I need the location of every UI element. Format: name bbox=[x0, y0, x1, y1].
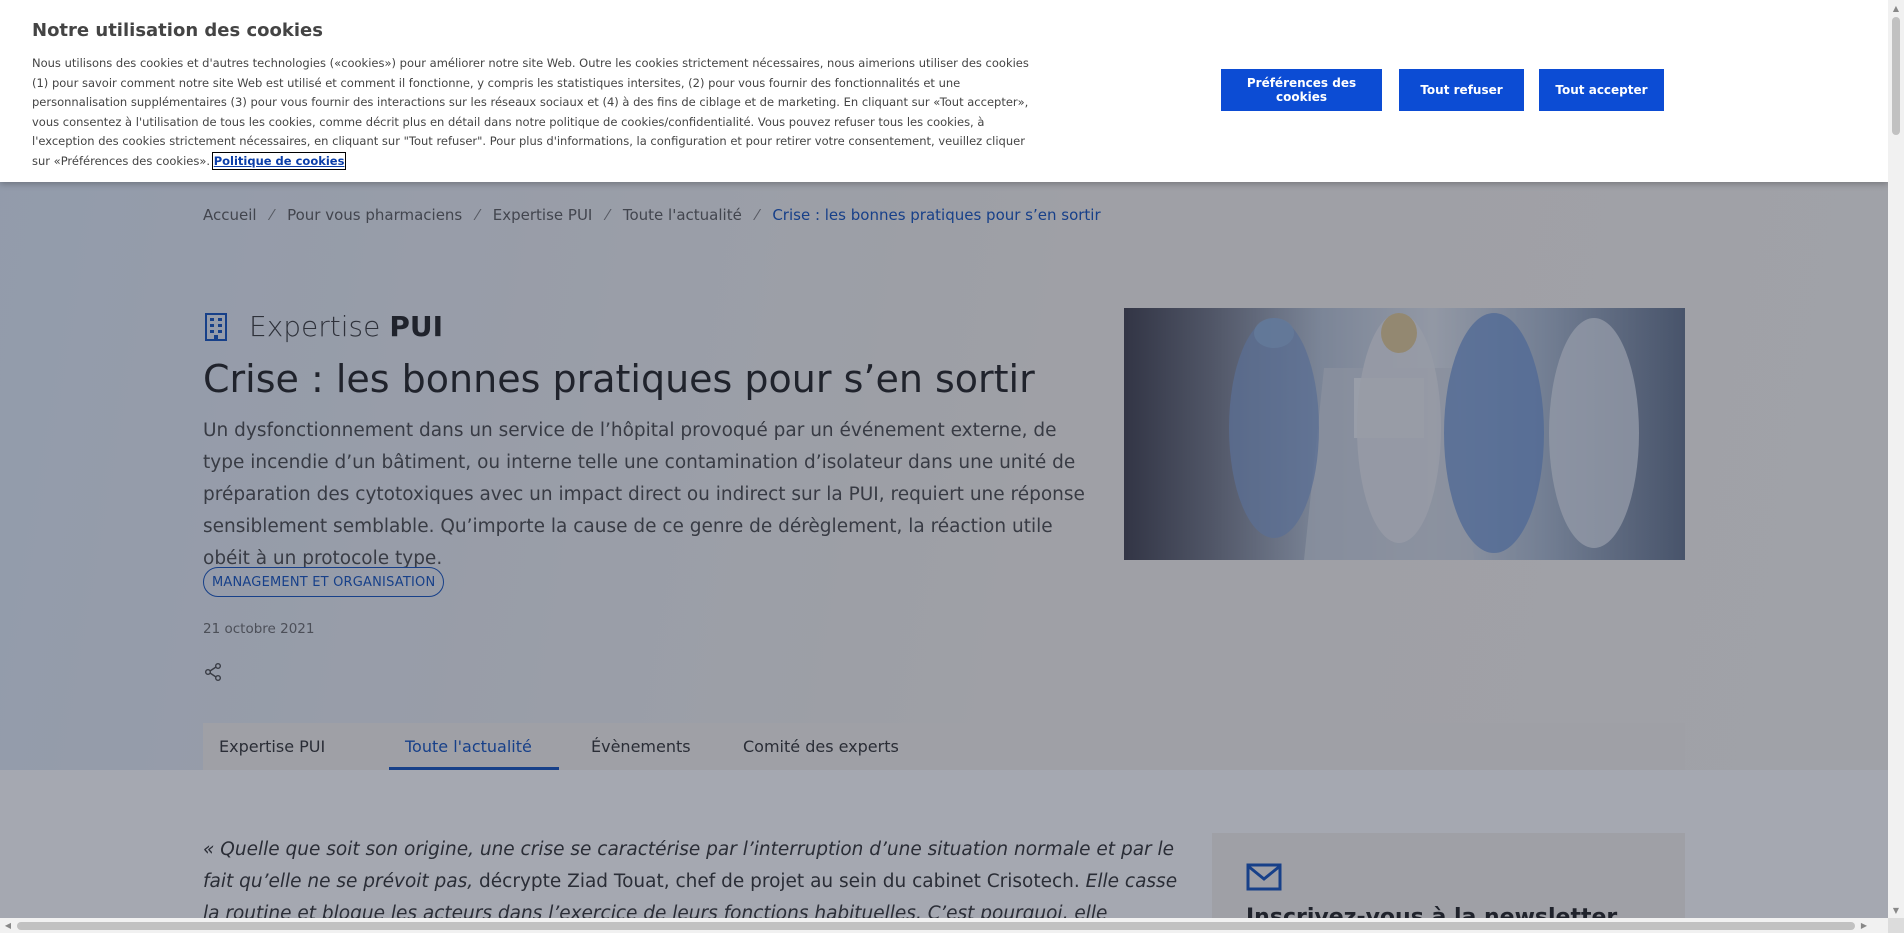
scroll-left-arrow-icon[interactable]: ◀ bbox=[0, 918, 16, 933]
scroll-down-arrow-icon[interactable]: ▼ bbox=[1888, 902, 1904, 918]
cookie-banner: Notre utilisation des cookies Nous utili… bbox=[0, 0, 1888, 182]
vertical-scrollbar-thumb[interactable] bbox=[1892, 17, 1900, 135]
horizontal-scrollbar-thumb[interactable] bbox=[17, 922, 1855, 930]
cookie-banner-text: Nous utilisons des cookies et d'autres t… bbox=[32, 54, 1032, 171]
scroll-up-arrow-icon[interactable]: ▲ bbox=[1888, 0, 1904, 16]
scroll-right-arrow-icon[interactable]: ▶ bbox=[1856, 918, 1872, 933]
vertical-scrollbar[interactable]: ▲ ▼ bbox=[1888, 0, 1904, 918]
cookie-policy-link[interactable]: Politique de cookies bbox=[211, 151, 347, 170]
cookie-banner-title: Notre utilisation des cookies bbox=[32, 20, 323, 41]
cookie-preferences-button[interactable]: Préférences des cookies bbox=[1221, 69, 1382, 111]
reject-all-button[interactable]: Tout refuser bbox=[1399, 69, 1524, 111]
horizontal-scrollbar[interactable]: ◀ ▶ bbox=[0, 918, 1888, 933]
cookie-description: Nous utilisons des cookies et d'autres t… bbox=[32, 56, 1029, 168]
accept-all-button[interactable]: Tout accepter bbox=[1539, 69, 1664, 111]
scrollbar-corner bbox=[1888, 918, 1904, 933]
